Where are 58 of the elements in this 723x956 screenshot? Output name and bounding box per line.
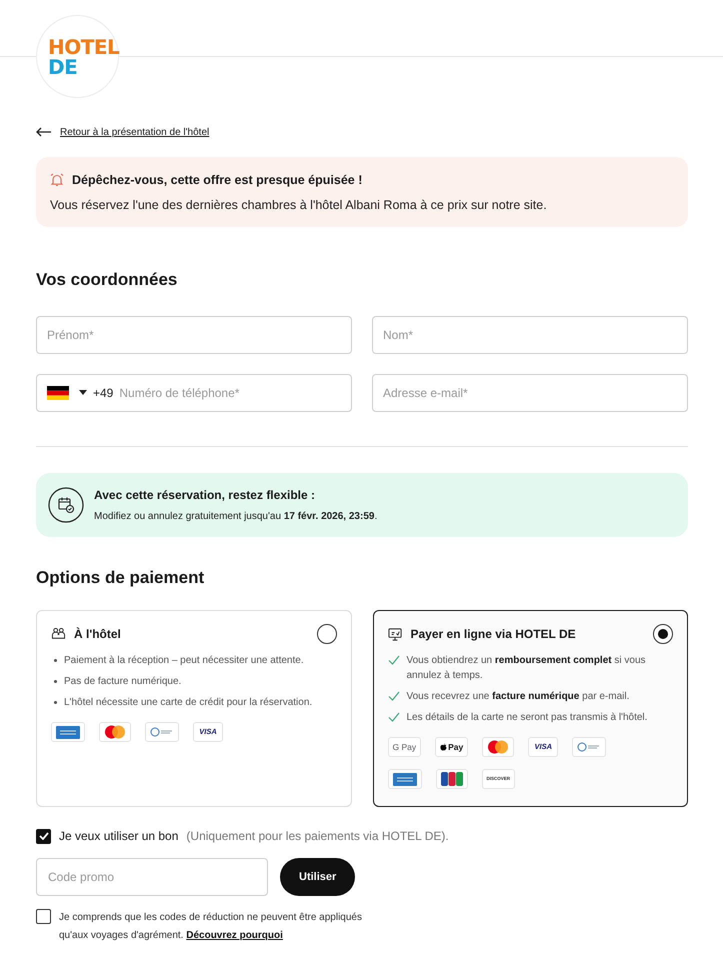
option-point: Les détails de la carte ne seront pas transmis à l'hôtel. [406, 711, 648, 725]
alert-text: Vous réservez l'une des dernières chambres à l'hôtel Albani Roma à ce prix sur notre site. [50, 196, 548, 214]
alarm-bell-icon [50, 173, 64, 188]
option-title: À l'hôtel [74, 626, 122, 643]
bullet-icon [54, 659, 57, 662]
back-link[interactable]: Retour à la présentation de l'hôtel [60, 124, 210, 140]
learn-more-link[interactable]: Découvrez pourquoi [186, 930, 283, 941]
payment-option-card[interactable] [372, 610, 688, 807]
card-logo-icon [392, 772, 416, 786]
promo-code-field[interactable]: Code promo [36, 858, 268, 896]
caret-icon [79, 390, 87, 395]
phone-field[interactable]: +49 Numéro de téléphone* [36, 374, 352, 412]
flag-icon [47, 386, 69, 400]
card-brand-text: Pay [448, 740, 464, 754]
apply-button[interactable]: Utiliser [280, 858, 356, 896]
option-point: Pas de facture numérique. [64, 675, 182, 689]
back-arrow-icon [36, 127, 52, 137]
phone-number-input[interactable]: Numéro de téléphone* [119, 384, 341, 402]
option-point: Vous recevrez une facture numérique par e-mail. [406, 690, 630, 704]
card-brand-text: G Pay [392, 740, 416, 754]
radio-button[interactable] [653, 624, 673, 644]
check-icon [38, 832, 48, 840]
option-point: Paiement à la réception – peut nécessiter une attente. [64, 654, 304, 668]
card-logo-icon [150, 727, 174, 737]
check-icon [388, 655, 400, 665]
apple-icon [440, 743, 448, 751]
bullet-icon [54, 680, 57, 683]
monitor-check-icon [388, 626, 402, 642]
info-text: Modifiez ou annulez gratuitement jusqu'au 17 févr. 2026, 23:59. [94, 510, 378, 524]
calendar-check-icon [48, 486, 84, 522]
radio-button[interactable] [316, 624, 336, 644]
section-title: Options de paiement [36, 566, 206, 588]
people-icon [51, 626, 66, 642]
checkbox[interactable] [36, 909, 51, 924]
check-icon [388, 712, 400, 722]
overlapping-circles-icon [487, 740, 510, 754]
checkbox-note: (Uniquement pour les paiements via HOTEL DE). [186, 828, 449, 845]
logo-text: HOTEL [48, 36, 118, 56]
alert-title: Dépêchez-vous, cette offre est presque épuisée ! [72, 172, 362, 189]
card-logo-icon [56, 726, 80, 738]
option-point: Vous obtiendrez un remboursement complet si vous annulez à temps. [406, 654, 647, 683]
checkbox-label: Je veux utiliser un bon [59, 828, 178, 845]
input-field[interactable]: Adresse e-mail* [372, 374, 688, 412]
checkbox[interactable] [36, 828, 51, 844]
section-title: Vos coordonnées [36, 269, 178, 291]
bullet-icon [54, 701, 57, 704]
info-title: Avec cette réservation, restez flexible : [94, 486, 316, 504]
option-title: Payer en ligne via HOTEL DE [410, 626, 577, 643]
overlapping-circles-icon [104, 725, 126, 739]
consent-text: Je comprends que les codes de réduction ne peuvent être appliqués qu'aux voyages d'agrément. Découvrez pourquoi [59, 911, 363, 943]
dial-code: +49 [93, 384, 114, 402]
option-point: L'hôtel nécessite une carte de crédit pour la réservation. [64, 696, 312, 710]
card-logo-icon [577, 742, 602, 752]
input-field[interactable]: Nom* [372, 316, 688, 354]
input-field[interactable]: Prénom* [36, 316, 352, 354]
logo-text: DE [48, 56, 78, 76]
card-logo-icon [440, 772, 462, 786]
check-icon [388, 691, 400, 701]
